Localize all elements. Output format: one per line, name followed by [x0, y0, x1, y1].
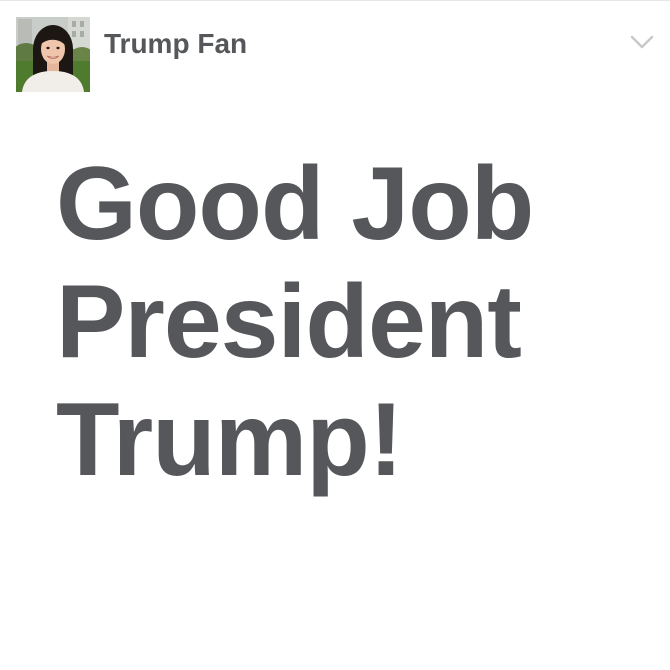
avatar-photo-icon	[16, 17, 90, 92]
post-text-line-1: Good Job	[56, 146, 534, 262]
avatar[interactable]	[16, 17, 90, 92]
post-header: Trump Fan	[0, 0, 670, 100]
post-text: Good Job President Trump!	[56, 145, 656, 499]
post-text-line-2: President	[56, 264, 522, 380]
chevron-down-icon[interactable]	[628, 32, 656, 52]
post-text-line-3: Trump!	[56, 382, 403, 498]
author-name[interactable]: Trump Fan	[104, 26, 247, 62]
